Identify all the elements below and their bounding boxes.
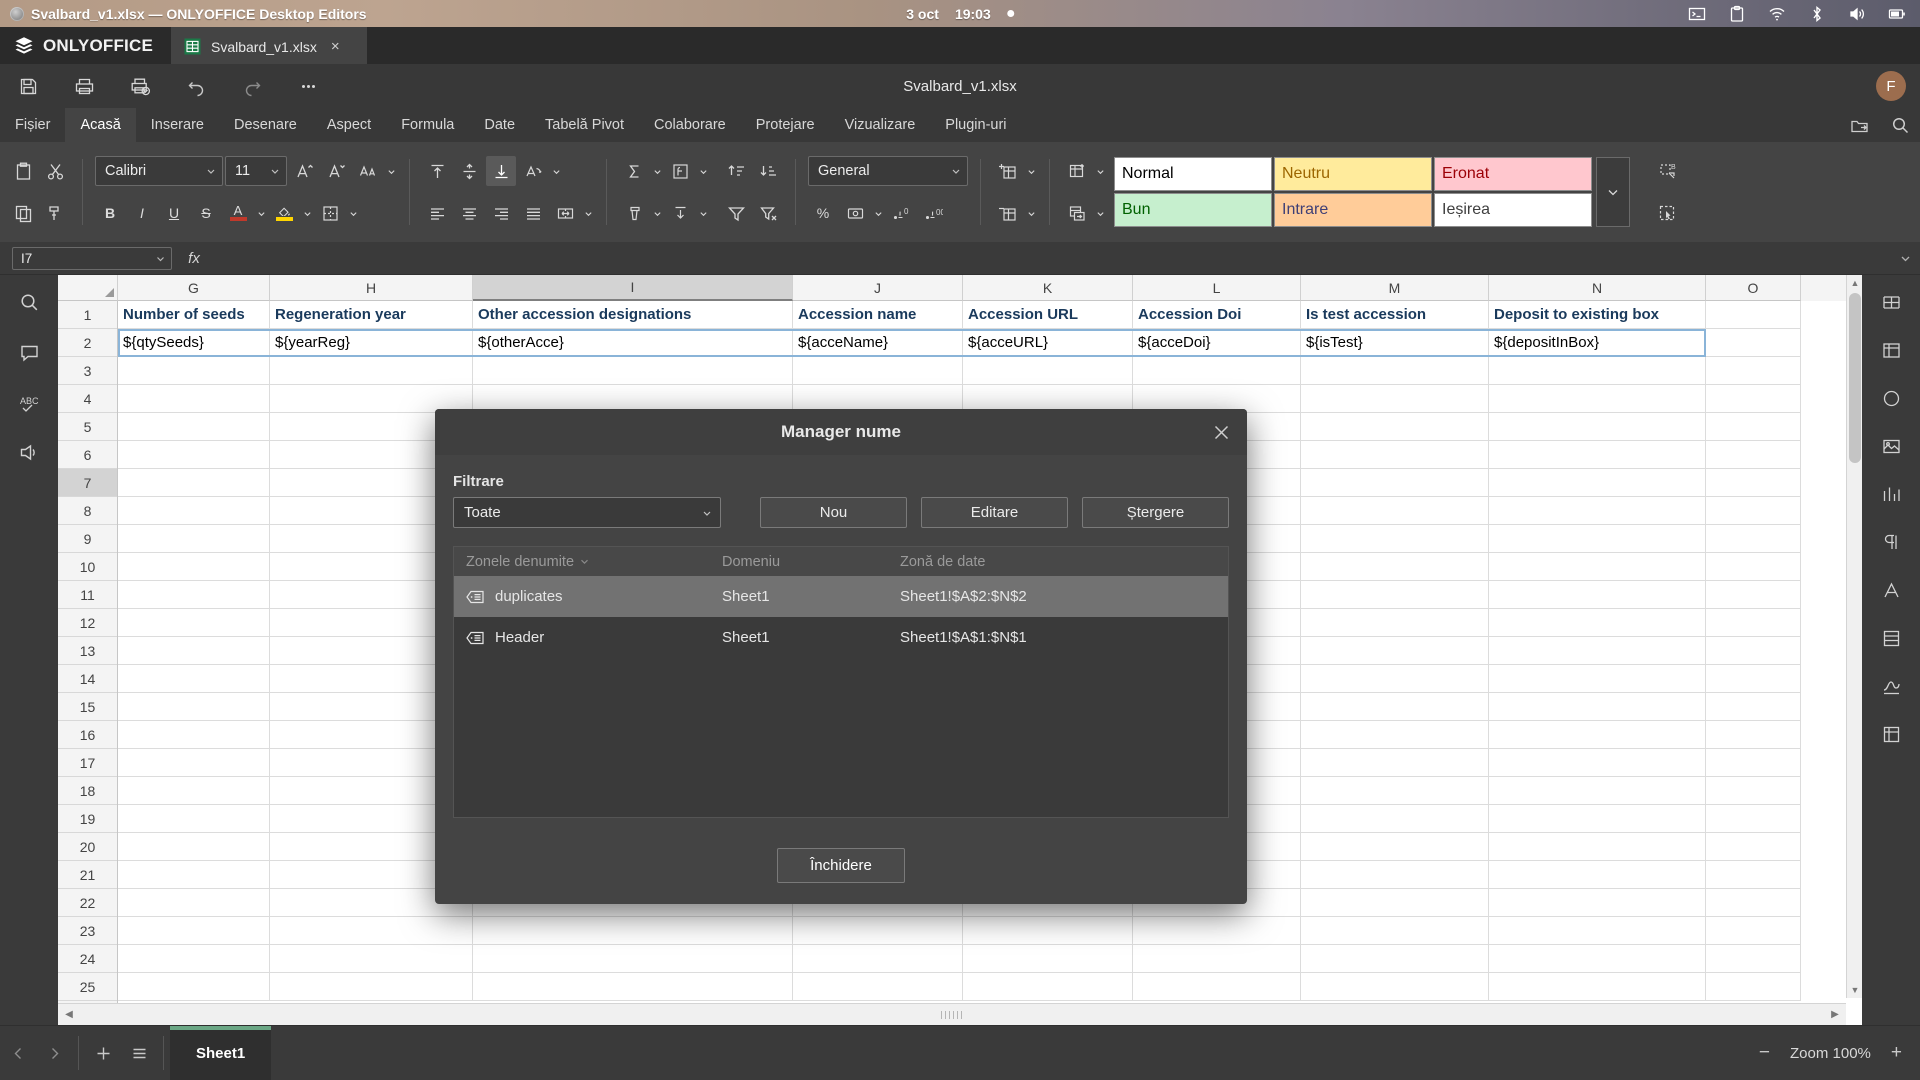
- edit-button[interactable]: Editare: [921, 497, 1068, 528]
- name-manager-dialog: Manager nume Filtrare Toate Nou Editare …: [435, 409, 1247, 904]
- column-header-named-ranges[interactable]: Zonele denumite: [454, 554, 722, 570]
- list-item[interactable]: Header Sheet1 Sheet1!$A$1:$N$1: [454, 617, 1228, 658]
- modal-overlay: Manager nume Filtrare Toate Nou Editare …: [0, 0, 1920, 1080]
- named-ranges-list[interactable]: Zonele denumite Domeniu Zonă de date dup…: [453, 546, 1229, 818]
- dialog-header: Manager nume: [435, 409, 1247, 455]
- filter-row: Toate Nou Editare Ștergere: [453, 497, 1229, 528]
- named-range-name: Header: [495, 629, 545, 646]
- column-header-scope[interactable]: Domeniu: [722, 554, 900, 570]
- named-range-icon: [466, 631, 484, 644]
- named-range-scope: Sheet1: [722, 588, 770, 605]
- column-label-named-ranges: Zonele denumite: [466, 553, 575, 570]
- list-header: Zonele denumite Domeniu Zonă de date: [454, 547, 1228, 576]
- filter-label: Filtrare: [453, 473, 504, 490]
- new-button[interactable]: Nou: [760, 497, 907, 528]
- dialog-action-buttons: Nou Editare Ștergere: [760, 497, 1229, 528]
- column-label-scope: Domeniu: [722, 553, 781, 570]
- named-range-scope: Sheet1: [722, 629, 770, 646]
- filter-select[interactable]: Toate: [453, 497, 721, 528]
- chevron-down-icon: [703, 511, 711, 516]
- filter-select-value: Toate: [464, 504, 501, 521]
- named-range-range: Sheet1!$A$2:$N$2: [900, 588, 1027, 605]
- named-range-name-cell: Header: [454, 629, 722, 646]
- close-icon[interactable]: [1209, 420, 1233, 444]
- named-range-name: duplicates: [495, 588, 563, 605]
- named-range-range: Sheet1!$A$1:$N$1: [900, 629, 1027, 646]
- application-window: Svalbard_v1.xlsx — ONLYOFFICE Desktop Ed…: [0, 0, 1920, 1080]
- list-item[interactable]: duplicates Sheet1 Sheet1!$A$2:$N$2: [454, 576, 1228, 617]
- delete-button[interactable]: Ștergere: [1082, 497, 1229, 528]
- chevron-down-icon: [581, 559, 588, 565]
- column-label-range: Zonă de date: [900, 553, 986, 570]
- column-header-range[interactable]: Zonă de date: [900, 554, 1228, 570]
- dialog-title: Manager nume: [781, 422, 901, 441]
- dialog-body: Filtrare Toate Nou Editare Ștergere Zone…: [435, 455, 1247, 826]
- named-range-icon: [466, 590, 484, 603]
- close-dialog-button[interactable]: Închidere: [777, 847, 905, 883]
- dialog-footer: Închidere: [435, 826, 1247, 904]
- named-range-name-cell: duplicates: [454, 588, 722, 605]
